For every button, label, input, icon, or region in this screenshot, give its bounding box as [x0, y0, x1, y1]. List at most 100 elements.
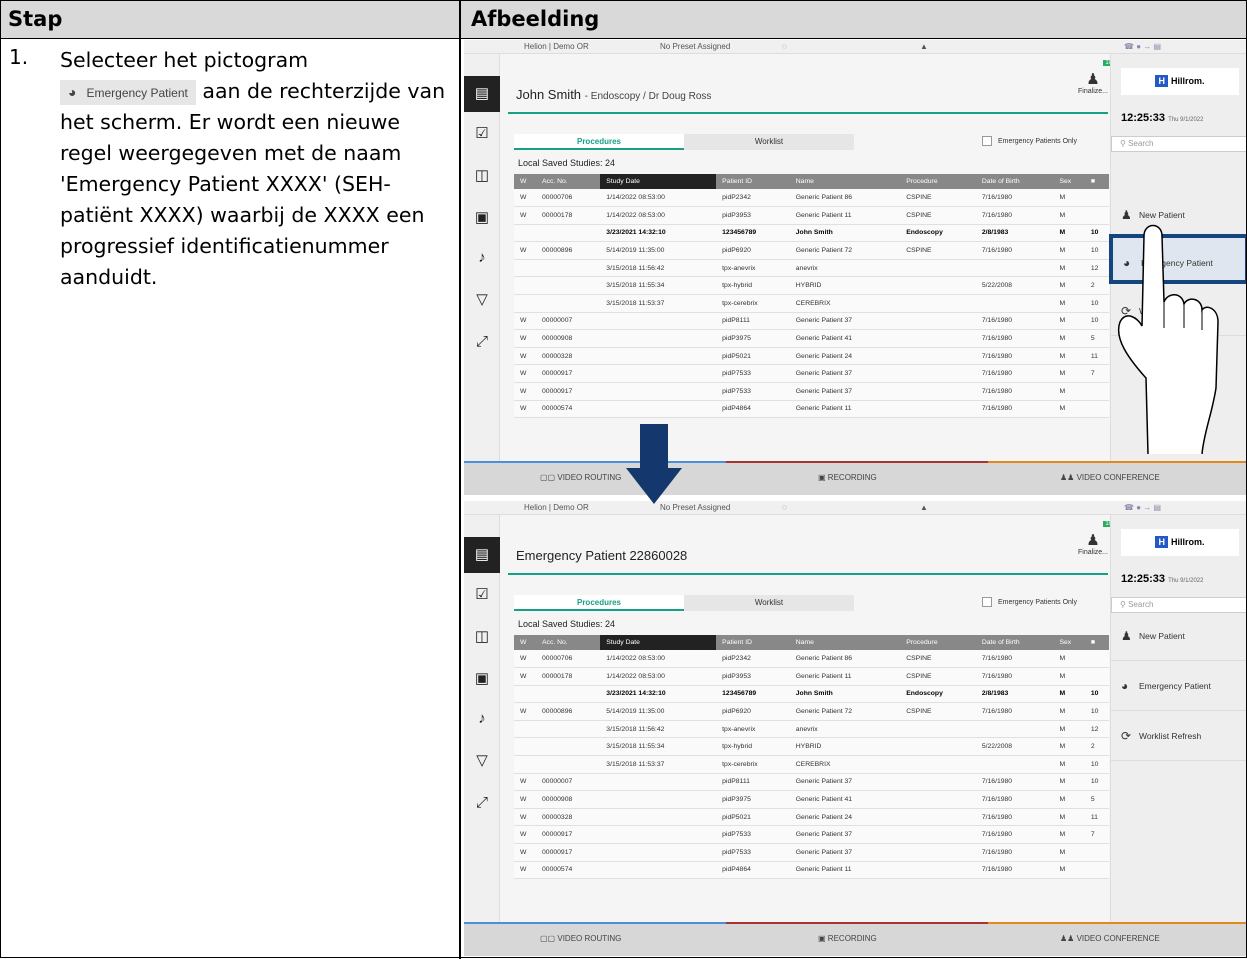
- table-row[interactable]: W 00000328 pidP5021 Generic Patient 24 7/16/…: [514, 808, 1109, 827]
- video-conference-button[interactable]: ♟♟ VIDEO CONFERENCE: [1060, 461, 1160, 495]
- patient-card-icon[interactable]: ▤: [464, 537, 500, 573]
- table-cell: 7/16/1980: [975, 364, 1054, 384]
- table-row[interactable]: W 00000917 pidP7533 Generic Patient 37 7/16/…: [514, 364, 1109, 384]
- table-row[interactable]: W 00000917 pidP7533 Generic Patient 37 7/16/…: [514, 843, 1109, 862]
- col-procedure[interactable]: Procedure: [900, 635, 976, 650]
- table-cell: 7: [1084, 364, 1109, 384]
- emergency-patient-button[interactable]: ◕ Emergency Patient: [1111, 661, 1246, 711]
- table-cell: pidP6920: [716, 241, 790, 260]
- table-row[interactable]: W 00000917 pidP7533 Generic Patient 37 7/16/…: [514, 825, 1109, 845]
- col-study-date[interactable]: Study Date: [600, 635, 717, 650]
- speaker-icon[interactable]: ♪: [464, 701, 500, 737]
- col-dob[interactable]: Date of Birth: [975, 635, 1054, 650]
- table-row[interactable]: W 00000328 pidP5021 Generic Patient 24 7/16/…: [514, 347, 1109, 366]
- checklist-icon[interactable]: ☑: [464, 116, 500, 152]
- col-sex[interactable]: Sex: [1053, 635, 1085, 650]
- table-cell: W: [514, 400, 537, 419]
- col-dob[interactable]: Date of Birth: [975, 174, 1054, 189]
- emergency-only-checkbox[interactable]: Emergency Patients Only: [982, 597, 1077, 607]
- table-cell: 10: [1084, 294, 1109, 313]
- search-input[interactable]: ⚲ Search: [1111, 136, 1246, 152]
- table-row[interactable]: 3/15/2018 11:55:34 tpx-hybrid HYBRID 5/22/2…: [514, 737, 1109, 757]
- col-study-date[interactable]: Study Date: [600, 174, 717, 189]
- table-row[interactable]: W 00000908 pidP3975 Generic Patient 41 7/16/…: [514, 329, 1109, 348]
- tab-worklist[interactable]: Worklist: [684, 595, 854, 611]
- table-row[interactable]: W 00000007 pidP8111 Generic Patient 37 7/16/…: [514, 312, 1109, 331]
- table-row[interactable]: 3/15/2018 11:53:37 tpx-cerebrix CEREBRIX M 1…: [514, 294, 1109, 313]
- lock-icon: ◌: [782, 42, 787, 51]
- table-cell: [900, 755, 976, 774]
- table-cell: 00000178: [536, 206, 601, 225]
- inline-emergency-label: Emergency Patient: [86, 85, 188, 100]
- video-routing-button[interactable]: ▢▢ VIDEO ROUTING: [540, 922, 621, 956]
- table-cell: Generic Patient 37: [789, 843, 901, 862]
- emergency-only-checkbox[interactable]: Emergency Patients Only: [982, 136, 1077, 146]
- display-icon[interactable]: ▣: [464, 661, 500, 697]
- routing-icon[interactable]: ◫: [464, 158, 500, 194]
- table-row[interactable]: 3/15/2018 11:56:42 tpx-anevrix anevrix M 12: [514, 259, 1109, 278]
- patient-name: Emergency Patient 22860028: [516, 548, 688, 563]
- finalize-button[interactable]: 10 ♟ Finalize...: [1076, 60, 1114, 112]
- person-icon: ▲: [920, 42, 928, 51]
- status-bar: Helion | Demo OR No Preset Assigned ◌ ▲ …: [464, 501, 1246, 515]
- tab-worklist[interactable]: Worklist: [684, 134, 854, 150]
- table-cell: 10: [1084, 702, 1109, 721]
- patient-title: John Smith - Endoscopy / Dr Doug Ross: [516, 87, 711, 102]
- recording-button[interactable]: ▣ RECORDING: [818, 922, 877, 956]
- table-cell: [900, 400, 976, 419]
- table-cell: [900, 808, 976, 827]
- finalize-button[interactable]: 10 ♟ Finalize...: [1076, 521, 1114, 573]
- light-icon[interactable]: ▽: [464, 282, 500, 318]
- table-row[interactable]: W 00000706 1/14/2022 08:53:00 pidP2342 Gener…: [514, 189, 1109, 208]
- checklist-icon[interactable]: ☑: [464, 577, 500, 613]
- table-row[interactable]: W 00000908 pidP3975 Generic Patient 41 7/16/…: [514, 790, 1109, 809]
- table-row[interactable]: W 00000007 pidP8111 Generic Patient 37 7/16/…: [514, 773, 1109, 792]
- table-row[interactable]: 3/15/2018 11:56:42 tpx-anevrix anevrix M 12: [514, 720, 1109, 739]
- display-icon[interactable]: ▣: [464, 200, 500, 236]
- camera-icon[interactable]: ⤢: [464, 324, 500, 360]
- table-row[interactable]: 3/15/2018 11:55:34 tpx-hybrid HYBRID 5/22/2…: [514, 276, 1109, 296]
- new-patient-button[interactable]: ♟ New Patient: [1111, 611, 1246, 661]
- col-patient-id[interactable]: Patient ID: [716, 635, 790, 650]
- col-patient-id[interactable]: Patient ID: [716, 174, 790, 189]
- worklist-refresh-button[interactable]: ⟳ Worklist Refresh: [1111, 711, 1246, 761]
- col-name[interactable]: Name: [789, 174, 901, 189]
- patient-card-icon[interactable]: ▤: [464, 76, 500, 112]
- col-name[interactable]: Name: [789, 635, 901, 650]
- table-row[interactable]: W 00000706 1/14/2022 08:53:00 pidP2342 Gener…: [514, 650, 1109, 669]
- table-row[interactable]: W 00000917 pidP7533 Generic Patient 37 7/16/…: [514, 382, 1109, 401]
- table-row[interactable]: 3/23/2021 14:32:10 123456789 John Smith End…: [514, 224, 1109, 243]
- table-cell: [600, 843, 717, 862]
- table-row[interactable]: W 00000178 1/14/2022 08:53:00 pidP3953 Gener…: [514, 206, 1109, 225]
- col-sex[interactable]: Sex: [1053, 174, 1085, 189]
- routing-icon[interactable]: ◫: [464, 619, 500, 655]
- table-row[interactable]: W 00000896 5/14/2019 11:35:00 pidP6920 Gener…: [514, 241, 1109, 260]
- table-cell: [900, 737, 976, 757]
- video-conference-button[interactable]: ♟♟ VIDEO CONFERENCE: [1060, 922, 1160, 956]
- studies-table: W Acc. No. Study Date Patient ID Name Pr…: [514, 174, 1109, 419]
- recording-button[interactable]: ▣ RECORDING: [818, 461, 877, 495]
- table-cell: M: [1053, 720, 1085, 739]
- table-cell: [600, 861, 717, 880]
- table-cell: 3/15/2018 11:56:42: [600, 720, 717, 739]
- table-row[interactable]: W 00000574 pidP4864 Generic Patient 11 7/16/…: [514, 861, 1109, 880]
- clock-date: Thu 9/1/2022: [1168, 578, 1204, 584]
- table-cell: 7/16/1980: [975, 382, 1054, 401]
- tab-procedures[interactable]: Procedures: [514, 595, 684, 611]
- speaker-icon[interactable]: ♪: [464, 240, 500, 276]
- table-row[interactable]: W 00000574 pidP4864 Generic Patient 11 7/16/…: [514, 400, 1109, 419]
- light-icon[interactable]: ▽: [464, 743, 500, 779]
- search-icon: ⚲: [1120, 600, 1126, 609]
- table-row[interactable]: 3/23/2021 14:32:10 123456789 John Smith End…: [514, 685, 1109, 704]
- video-routing-button[interactable]: ▢▢ VIDEO ROUTING: [540, 461, 621, 495]
- camera-icon[interactable]: ⤢: [464, 785, 500, 821]
- table-row[interactable]: W 00000178 1/14/2022 08:53:00 pidP3953 Gener…: [514, 667, 1109, 686]
- record-icon: ▣: [818, 934, 826, 943]
- status-bar: Helion | Demo OR No Preset Assigned ◌ ▲ …: [464, 40, 1246, 54]
- tab-procedures[interactable]: Procedures: [514, 134, 684, 150]
- table-row[interactable]: W 00000896 5/14/2019 11:35:00 pidP6920 Gener…: [514, 702, 1109, 721]
- col-procedure[interactable]: Procedure: [900, 174, 976, 189]
- table-row[interactable]: 3/15/2018 11:53:37 tpx-cerebrix CEREBRIX M 1…: [514, 755, 1109, 774]
- table-cell: 1/14/2022 08:53:00: [600, 650, 717, 669]
- table-cell: 00000917: [536, 382, 601, 401]
